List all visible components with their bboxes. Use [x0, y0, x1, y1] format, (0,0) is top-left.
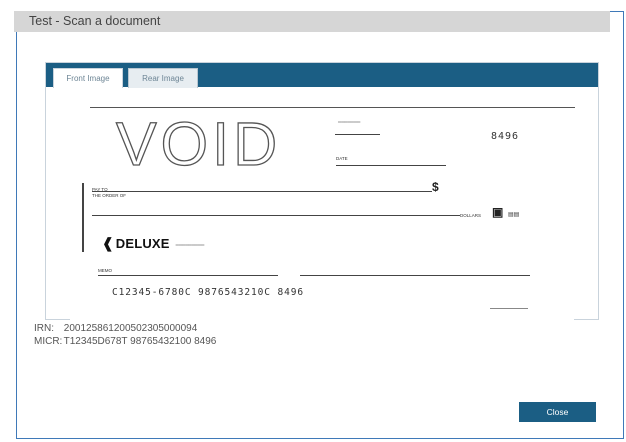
- irn-value: 200125861200502305000094: [63, 323, 198, 334]
- irn-label: IRN:: [34, 323, 54, 334]
- image-tab-panel: Front Image Rear Image VOID ═══════ 8496…: [45, 62, 599, 320]
- void-watermark: VOID: [115, 110, 282, 178]
- deluxe-logo-icon: ❰: [102, 235, 114, 251]
- check-micr-line: C12345-6780C 9876543210C 8496: [112, 287, 304, 298]
- tab-strip: Front Image Rear Image: [46, 63, 598, 88]
- check-number: 8496: [491, 131, 520, 142]
- check-side-edge: [82, 183, 84, 252]
- date-label: DATE: [336, 156, 348, 161]
- tab-rear-image[interactable]: Rear Image: [128, 68, 198, 88]
- date-line: [336, 165, 446, 166]
- payee-line: [92, 191, 432, 192]
- memo-line: [98, 275, 278, 276]
- irn-row: IRN: 200125861200502305000094: [34, 323, 197, 334]
- amount-words-line: [92, 215, 460, 216]
- tab-front-image[interactable]: Front Image: [53, 68, 123, 88]
- security-features-icon: ▤▤: [508, 212, 520, 218]
- check-bottom-mark: [490, 308, 528, 309]
- signature-line: [300, 275, 530, 276]
- check-header-line: [335, 134, 380, 135]
- close-button[interactable]: Close: [519, 402, 596, 422]
- bank-name: DELUXE: [115, 236, 170, 251]
- check-small-print: ═══════: [338, 119, 361, 124]
- security-lock-icon: ▣: [492, 205, 504, 219]
- check-image: VOID ═══════ 8496 DATE PAY TO THE ORDER …: [70, 107, 575, 320]
- bank-logo: ❰ DELUXE ═════════: [102, 235, 204, 252]
- micr-label: MICR:: [34, 336, 63, 347]
- micr-row: MICR: T12345D678T 98765432100 8496: [34, 336, 216, 347]
- micr-value: T12345D678T 98765432100 8496: [63, 336, 217, 347]
- check-top-edge: [90, 107, 575, 108]
- memo-label: MEMO: [98, 268, 112, 273]
- dollars-label: DOLLARS: [460, 213, 482, 218]
- order-of-label: THE ORDER OF: [92, 193, 127, 198]
- dollar-sign: $: [432, 180, 439, 194]
- dialog-title-bar: Test - Scan a document: [14, 11, 610, 32]
- dialog-title: Test - Scan a document: [29, 14, 161, 28]
- bank-tagline: ═════════: [175, 242, 205, 247]
